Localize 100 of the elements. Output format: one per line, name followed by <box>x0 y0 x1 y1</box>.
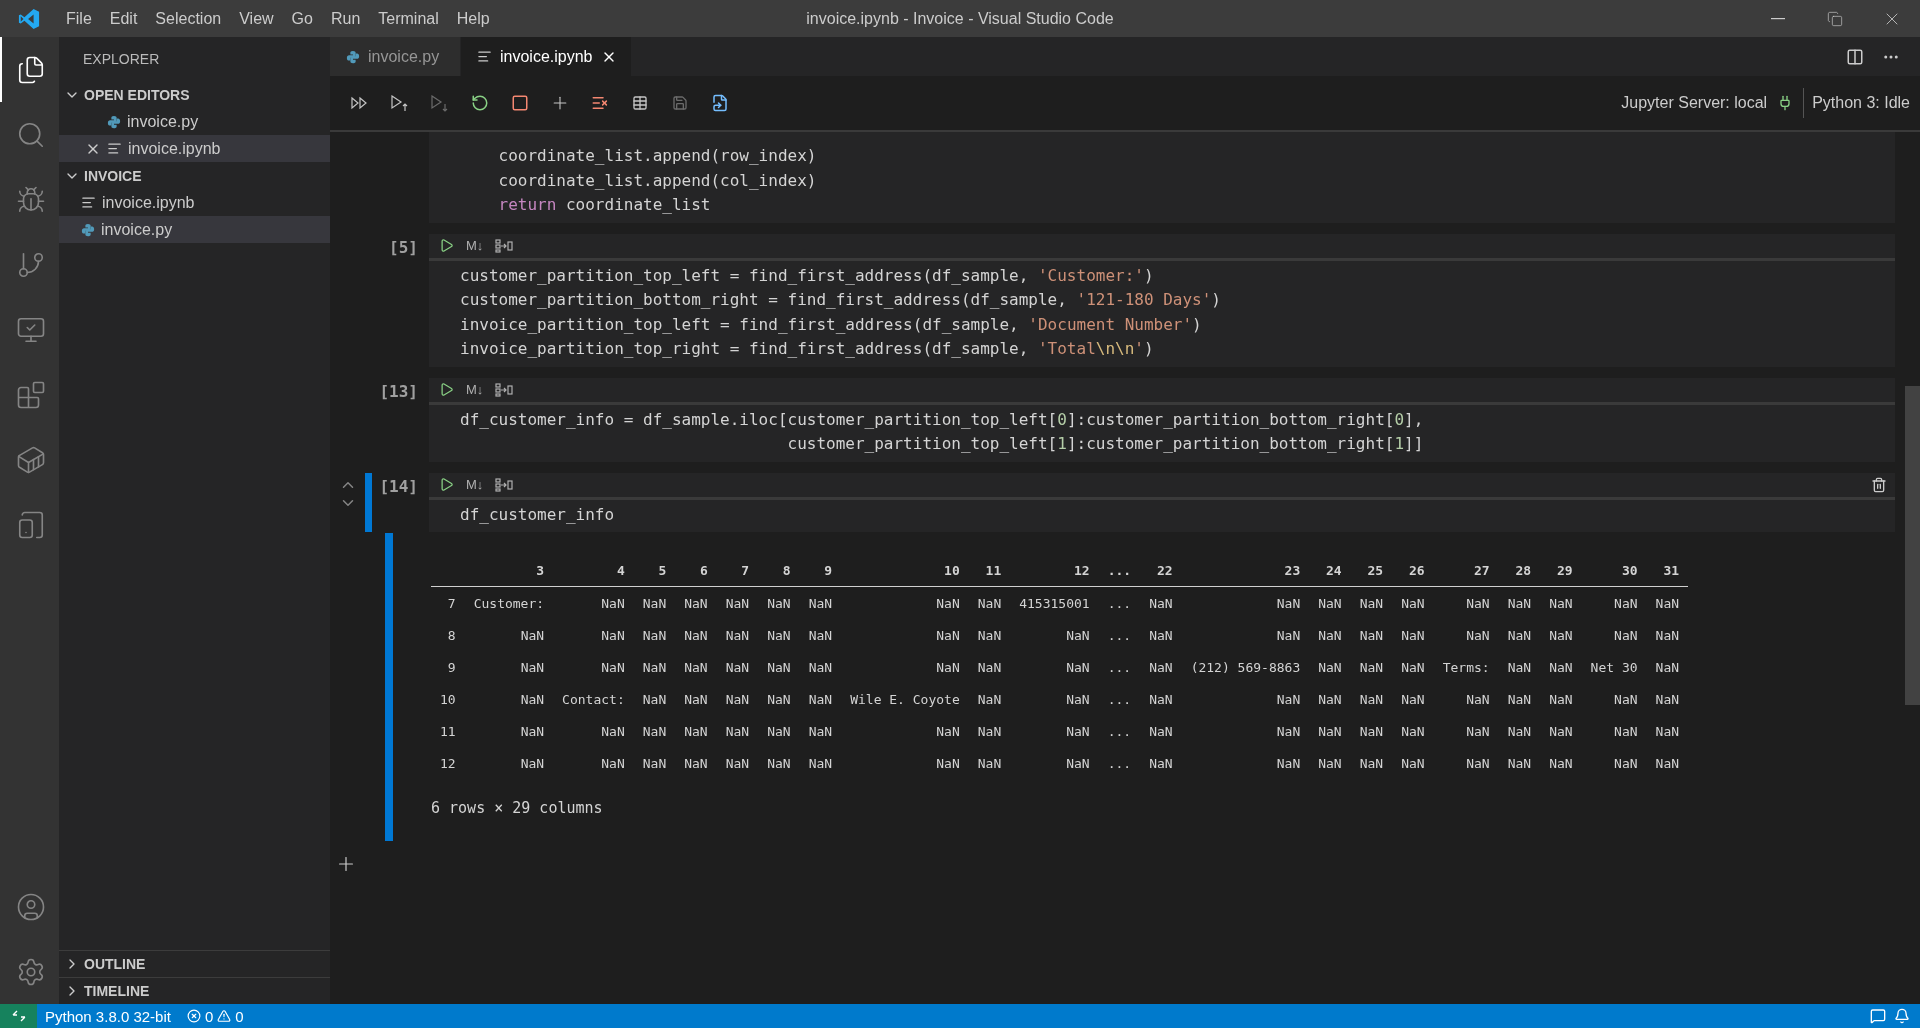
restore-icon <box>1826 10 1843 27</box>
table-cell-text: NaN <box>807 690 834 709</box>
notebook-icon <box>81 195 96 210</box>
menu-item[interactable]: View <box>230 0 283 37</box>
run-cell-icon[interactable] <box>439 477 454 492</box>
run-above-icon <box>390 94 410 112</box>
code-line: return coordinate_list <box>497 194 712 216</box>
menu-item[interactable]: File <box>57 0 101 37</box>
table-cell-text: NaN <box>766 658 792 677</box>
minimize-icon <box>1770 17 1785 20</box>
table-cell: ... <box>1098 586 1141 619</box>
menu-item[interactable]: Edit <box>100 0 147 37</box>
jupyter-server-status[interactable]: Jupyter Server: local <box>1621 94 1768 112</box>
table-cell-text: (212) 569-8863 <box>1189 658 1302 677</box>
table-cell-text: NaN <box>1465 722 1491 741</box>
vscode-logo <box>18 7 40 30</box>
table-cell-text: NaN <box>807 626 834 645</box>
table-cell-text: NaN <box>976 626 1003 645</box>
column-header: 12 <box>1010 563 1099 587</box>
split-cell-icon[interactable] <box>495 477 514 492</box>
run-cell-icon[interactable] <box>439 238 454 253</box>
table-cell-text: NaN <box>724 754 751 773</box>
row-index: 12 <box>439 754 457 773</box>
table-cell-text: NaN <box>519 690 546 709</box>
column-header: 24 <box>1309 563 1351 587</box>
table-cell-text: NaN <box>935 658 961 677</box>
table-cell: NaN <box>799 586 842 619</box>
table-cell-text: NaN <box>1358 658 1385 677</box>
table-cell-text: NaN <box>976 722 1003 741</box>
run-cell-icon[interactable] <box>439 382 454 397</box>
explorer-entry[interactable]: invoice.ipynb <box>59 135 330 162</box>
column-header: 10 <box>841 563 969 587</box>
section-header[interactable]: INVOICE <box>59 162 330 189</box>
table-cell-text: NaN <box>1506 626 1533 645</box>
split-cell-icon[interactable] <box>495 382 514 397</box>
menu-item[interactable]: Selection <box>146 0 231 37</box>
feedback-icon[interactable] <box>1870 1008 1886 1024</box>
menu-item[interactable]: Run <box>321 0 370 37</box>
problems-status[interactable]: 0 0 <box>178 1004 252 1028</box>
tab-label: invoice.py <box>368 47 440 66</box>
table-cell-text: NaN <box>1506 690 1533 709</box>
table-cell-text: NaN <box>766 722 792 741</box>
explorer-entry[interactable]: invoice.ipynb <box>59 189 330 216</box>
explorer-entry[interactable]: invoice.py <box>59 108 330 135</box>
table-cell-text: NaN <box>935 722 961 741</box>
section-header[interactable]: OUTLINE <box>59 950 330 977</box>
table-cell-text: NaN <box>1148 722 1174 741</box>
kernel-status[interactable]: Python 3: Idle <box>1803 88 1920 118</box>
editor-tab[interactable]: invoice.ipynb <box>461 37 632 76</box>
file-name: invoice.ipynb <box>128 139 221 158</box>
error-count: 0 <box>204 1007 214 1025</box>
scrollbar-thumb[interactable] <box>1905 386 1920 705</box>
table-cell-text: NaN <box>807 658 834 677</box>
row-index: 11 <box>439 722 457 741</box>
split-editor-icon[interactable] <box>1846 47 1864 66</box>
table-cell-text: NaN <box>1358 690 1385 709</box>
editor-tab[interactable]: invoice.py <box>330 37 461 76</box>
table-cell-text: NaN <box>976 754 1003 773</box>
table-cell: NaN <box>633 586 676 619</box>
table-cell: NaN <box>1350 586 1393 619</box>
table-cell: NaN <box>968 586 1011 619</box>
execution-count: [14] <box>378 475 419 498</box>
table-cell-text: NaN <box>641 658 668 677</box>
column-header: ... <box>1098 563 1141 587</box>
table-cell-text: ... <box>1106 658 1133 677</box>
table-cell-text: NaN <box>1613 626 1639 645</box>
column-header: 11 <box>968 563 1011 587</box>
delete-icon[interactable] <box>1871 476 1887 493</box>
table-cell-text: NaN <box>600 658 626 677</box>
markdown-toggle[interactable]: M↓ <box>466 382 484 397</box>
table-cell-text: NaN <box>683 626 709 645</box>
table-cell: 415315001 <box>1010 586 1099 619</box>
table-cell: NaN <box>1181 586 1310 619</box>
table-cell-text: NaN <box>683 754 709 773</box>
window-title: invoice.ipynb - Invoice - Visual Studio Code <box>806 9 1114 28</box>
column-header: 3 <box>464 563 554 587</box>
table-cell-text: Terms: <box>1441 658 1491 677</box>
table-cell: NaN <box>1392 586 1434 619</box>
column-header: 25 <box>1350 563 1393 587</box>
table-cell-text: NaN <box>1654 754 1681 773</box>
column-header: 9 <box>799 563 842 587</box>
menu-item[interactable]: Help <box>447 0 499 37</box>
markdown-toggle[interactable]: M↓ <box>466 238 484 253</box>
remote-button[interactable] <box>0 1004 37 1028</box>
table-cell-text: NaN <box>683 690 709 709</box>
section-header[interactable]: OPEN EDITORS <box>59 81 330 108</box>
split-cell-icon[interactable] <box>495 238 514 253</box>
table-cell-text: NaN <box>1465 690 1491 709</box>
markdown-toggle[interactable]: M↓ <box>466 477 484 492</box>
table-cell-text: NaN <box>1548 626 1574 645</box>
explorer-entry[interactable]: invoice.py <box>59 216 330 243</box>
table-cell-text: NaN <box>935 626 961 645</box>
menu-item[interactable]: Terminal <box>369 0 448 37</box>
table-cell-text: NaN <box>600 722 626 741</box>
table-cell: NaN <box>716 586 759 619</box>
column-header: 29 <box>1540 563 1582 587</box>
table-cell: NaN <box>675 586 717 619</box>
menu-item[interactable]: Go <box>282 0 322 37</box>
interpreter-status[interactable]: Python 3.8.0 32-bit <box>37 1004 179 1028</box>
notification-icon[interactable] <box>1894 1008 1910 1024</box>
